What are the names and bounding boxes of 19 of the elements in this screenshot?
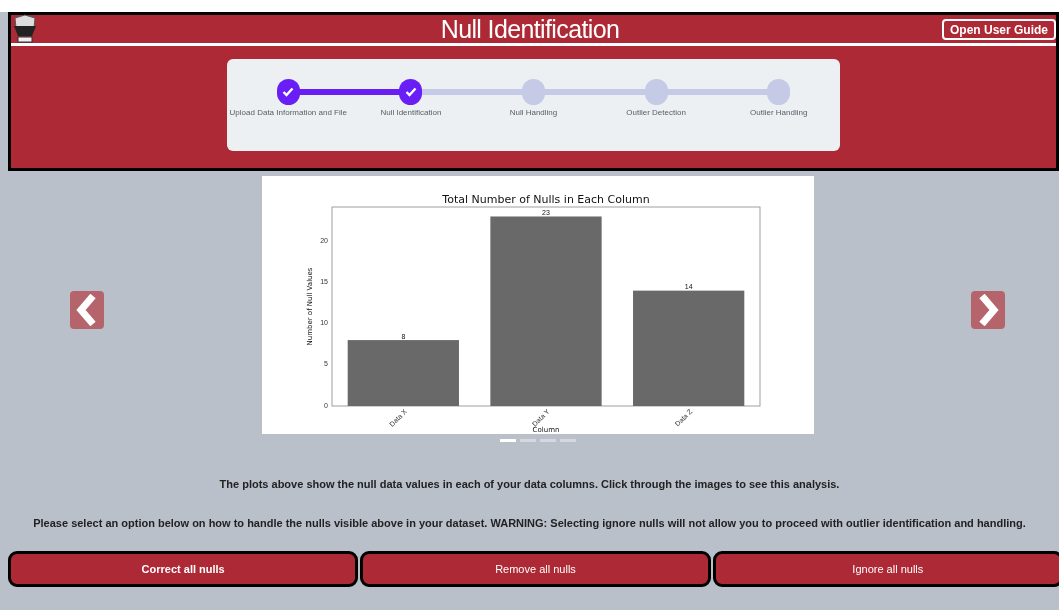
slide-indicator[interactable] [499,439,516,442]
step-label: Null Identification [380,107,442,119]
page-title: Null Identification [440,16,620,42]
previous-button[interactable] [70,291,104,329]
option-button[interactable]: Remove all nulls [360,551,711,587]
next-button[interactable] [971,291,1005,329]
chart-title: Total Number of Nulls in Each Column [441,193,650,206]
logo-icon [12,14,38,44]
step-label: Outlier Detection [626,107,686,119]
open-user-guide-button[interactable]: Open User Guide [941,18,1056,40]
step-label: Outlier Handling [750,107,808,119]
option-button[interactable]: Correct all nulls [8,551,359,587]
step-label: Null Handling [509,107,558,119]
check-icon [404,87,417,97]
description-text: The plots above show the null data values in each of your data columns. Click through the images to see this analysis. [218,477,841,492]
step-label: Upload Data Information and File [229,107,347,119]
instruction-text: Please select an option below on how to handle the nulls visible above in your dataset. WARNING: Selecting ignore nulls will not allow you to proceed with outlier identification and handling. [32,515,1027,531]
check-icon [282,87,295,97]
option-button[interactable]: Ignore all nulls [712,551,1059,587]
